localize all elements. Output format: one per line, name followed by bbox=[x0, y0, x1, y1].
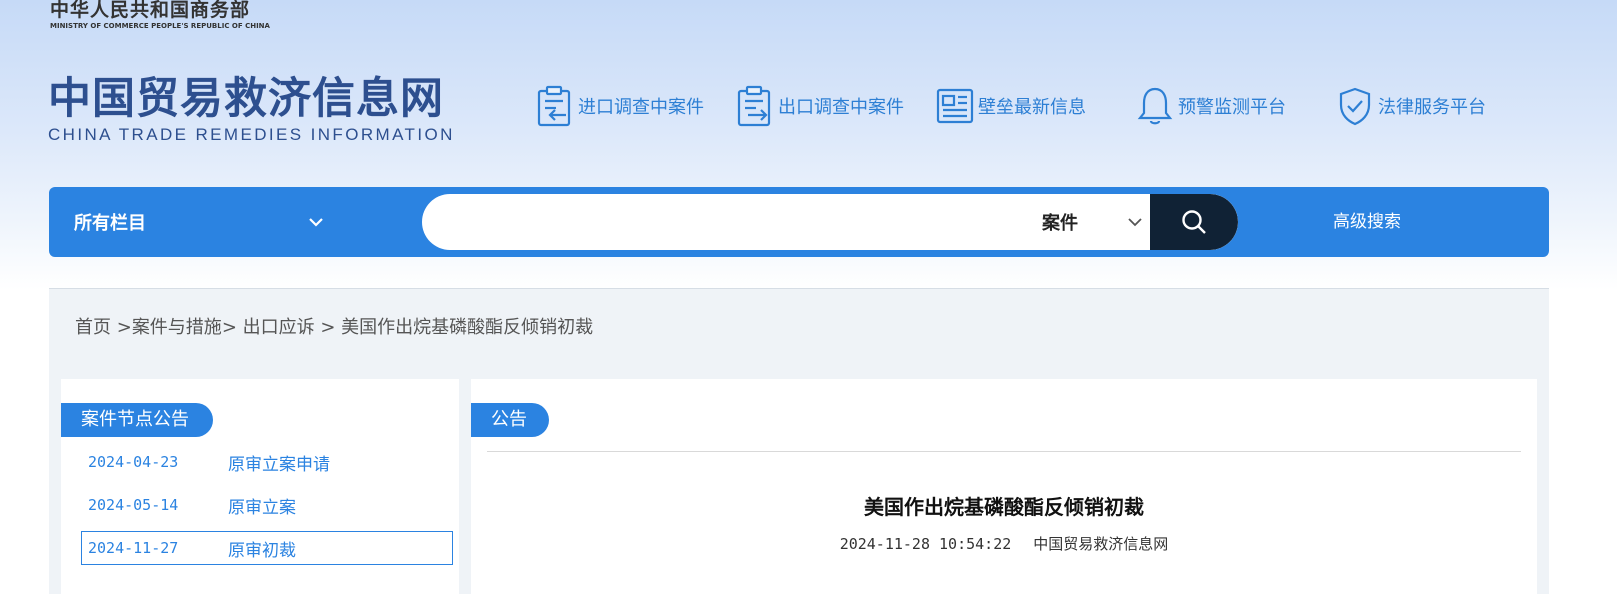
breadcrumb-home[interactable]: 首页 bbox=[75, 317, 111, 338]
list-item[interactable]: 2024-04-23 原审立案申请 bbox=[81, 445, 453, 479]
quick-link-export-cases[interactable]: 出口调查中案件 bbox=[736, 85, 936, 127]
category-dropdown[interactable]: 所有栏目 bbox=[74, 187, 324, 257]
news-icon bbox=[936, 88, 974, 124]
import-case-icon bbox=[537, 85, 571, 127]
article-meta: 2024-11-28 10:54:22 中国贸易救济信息网 bbox=[471, 533, 1537, 554]
case-node-list: 2024-04-23 原审立案申请 2024-05-14 原审立案 2024-1… bbox=[81, 445, 453, 574]
breadcrumb-separator: > bbox=[221, 317, 243, 338]
article-time: 2024-11-28 10:54:22 bbox=[839, 535, 1012, 553]
advanced-search-link[interactable]: 高级搜索 bbox=[1333, 187, 1401, 257]
ministry-logo[interactable]: 中华人民共和国商务部 MINISTRY OF COMMERCE PEOPLE'S… bbox=[50, 0, 270, 30]
breadcrumb-separator: > bbox=[314, 317, 342, 338]
quick-link-label: 出口调查中案件 bbox=[778, 97, 904, 118]
quick-link-label: 进口调查中案件 bbox=[578, 97, 704, 118]
chevron-down-icon bbox=[309, 218, 323, 227]
chevron-down-icon bbox=[1128, 217, 1142, 226]
quick-link-label: 预警监测平台 bbox=[1178, 97, 1286, 118]
announcement-panel: 公告 美国作出烷基磷酸酯反倾销初裁 2024-11-28 10:54:22 中国贸… bbox=[471, 379, 1537, 594]
search-type-label: 案件 bbox=[1042, 213, 1078, 234]
breadcrumb-export-response[interactable]: 出口应诉 bbox=[243, 317, 315, 338]
breadcrumb: 首页 >案件与措施> 出口应诉 > 美国作出烷基磷酸酯反倾销初裁 bbox=[75, 313, 593, 339]
quick-link-import-cases[interactable]: 进口调查中案件 bbox=[536, 85, 736, 127]
breadcrumb-separator: > bbox=[111, 317, 132, 338]
breadcrumb-cases-measures[interactable]: 案件与措施 bbox=[132, 317, 222, 338]
site-logo[interactable]: 中国贸易救济信息网 CHINA TRADE REMEDIES INFORMATI… bbox=[48, 73, 455, 145]
divider bbox=[487, 451, 1521, 452]
search-bar: 所有栏目 案件 高级搜索 bbox=[49, 187, 1549, 257]
list-item-active[interactable]: 2024-11-27 原审初裁 bbox=[81, 531, 453, 565]
node-date: 2024-04-23 bbox=[88, 453, 179, 471]
quick-link-warning-platform[interactable]: 预警监测平台 bbox=[1136, 85, 1336, 127]
content-area: 首页 >案件与措施> 出口应诉 > 美国作出烷基磷酸酯反倾销初裁 案件节点公告 … bbox=[49, 288, 1549, 594]
quick-link-barrier-news[interactable]: 壁垒最新信息 bbox=[936, 85, 1136, 127]
quick-link-label: 法律服务平台 bbox=[1378, 97, 1486, 118]
article-source: 中国贸易救济信息网 bbox=[1033, 535, 1169, 553]
quick-links: 进口调查中案件 出口调查中案件 壁垒最新信息 预警监测平台 法律服务平台 bbox=[536, 84, 1506, 128]
category-label: 所有栏目 bbox=[74, 213, 146, 234]
node-title: 原审立案申请 bbox=[228, 454, 330, 475]
search-type-dropdown[interactable]: 案件 bbox=[1042, 194, 1142, 250]
quick-link-label: 壁垒最新信息 bbox=[978, 97, 1086, 118]
site-title-en: CHINA TRADE REMEDIES INFORMATION bbox=[48, 125, 455, 144]
node-title: 原审立案 bbox=[228, 497, 296, 518]
announcement-panel-title: 公告 bbox=[471, 403, 549, 437]
case-node-panel: 案件节点公告 2024-04-23 原审立案申请 2024-05-14 原审立案… bbox=[61, 379, 459, 594]
node-date: 2024-05-14 bbox=[88, 496, 179, 514]
shield-check-icon bbox=[1339, 87, 1371, 126]
export-case-icon bbox=[737, 85, 771, 127]
bell-icon bbox=[1137, 87, 1173, 125]
article-title: 美国作出烷基磷酸酯反倾销初裁 bbox=[864, 495, 1144, 519]
node-title: 原审初裁 bbox=[228, 540, 296, 561]
search-input[interactable] bbox=[442, 194, 1002, 250]
case-node-panel-title: 案件节点公告 bbox=[61, 403, 213, 437]
node-date: 2024-11-27 bbox=[88, 539, 179, 557]
quick-link-legal-services[interactable]: 法律服务平台 bbox=[1336, 85, 1506, 127]
ministry-name-en: MINISTRY OF COMMERCE PEOPLE'S REPUBLIC O… bbox=[50, 22, 270, 30]
ministry-name-cn: 中华人民共和国商务部 bbox=[50, 0, 251, 21]
list-item[interactable]: 2024-05-14 原审立案 bbox=[81, 488, 453, 522]
search-icon bbox=[1182, 210, 1206, 234]
breadcrumb-current: 美国作出烷基磷酸酯反倾销初裁 bbox=[341, 317, 594, 338]
search-button[interactable] bbox=[1150, 194, 1238, 250]
site-title-cn: 中国贸易救济信息网 bbox=[48, 74, 444, 124]
search-box: 案件 bbox=[422, 194, 1238, 250]
